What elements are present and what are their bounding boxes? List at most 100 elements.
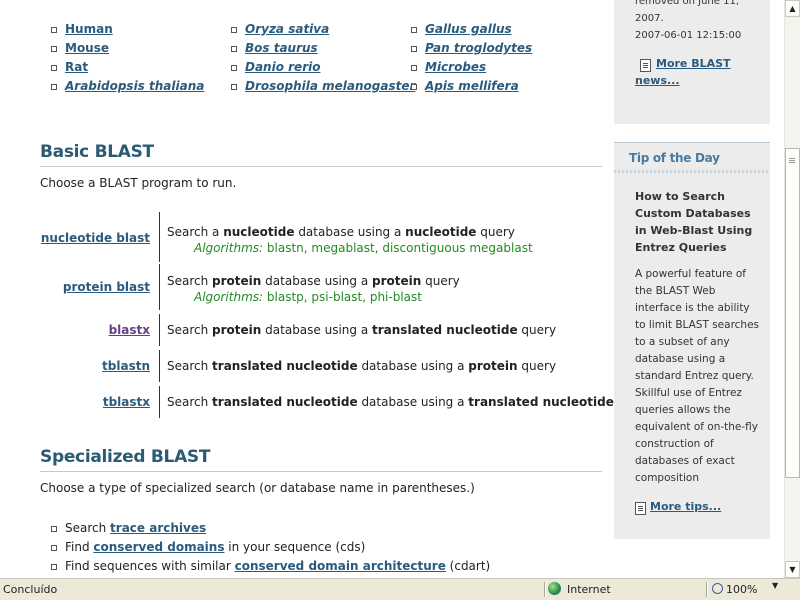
organism-link-arabidopsis[interactable]: Arabidopsis thaliana: [65, 79, 204, 93]
list-item: Human: [51, 22, 204, 41]
organism-link-oryza[interactable]: Oryza sativa: [245, 22, 329, 36]
organism-column-3: Gallus gallus Pan troglodytes Microbes A…: [411, 22, 532, 98]
list-item: Mouse: [51, 41, 204, 60]
desc-text: Search: [167, 395, 213, 409]
blastx-link[interactable]: blastx: [109, 323, 150, 337]
organism-column-1: Human Mouse Rat Arabidopsis thaliana: [51, 22, 204, 98]
trace-archives-link[interactable]: trace archives: [110, 521, 206, 535]
document-icon: [640, 59, 651, 72]
organism-link-danio[interactable]: Danio rerio: [245, 60, 320, 74]
scroll-down-button[interactable]: ▼: [785, 561, 800, 578]
item-text: Search: [65, 521, 111, 535]
desc-text: Search: [167, 359, 213, 373]
program-row-tblastn: tblastn Search translated nucleotide dat…: [40, 350, 614, 382]
program-row-nucleotide: nucleotide blast Search a nucleotide dat…: [40, 212, 614, 262]
list-item: Danio rerio: [231, 60, 415, 79]
bullet-icon: [231, 46, 237, 52]
organism-link-microbes[interactable]: Microbes: [425, 60, 486, 74]
bullet-icon: [51, 65, 57, 71]
desc-bold: protein: [372, 274, 422, 288]
document-icon: [635, 502, 646, 515]
more-tips-link[interactable]: More tips...: [650, 500, 721, 513]
protein-blast-link[interactable]: protein blast: [63, 280, 150, 294]
desc-text: database using a: [294, 225, 406, 239]
organism-link-drosophila[interactable]: Drosophila melanogaster: [245, 79, 415, 93]
vertical-scrollbar[interactable]: ▲ ▼: [784, 0, 800, 578]
bullet-icon: [51, 46, 57, 52]
list-item: Find sequences with similar conserved do…: [51, 559, 490, 573]
program-row-blastx: blastx Search protein database using a t…: [40, 314, 614, 346]
desc-bold: translated nucleotide: [212, 359, 358, 373]
security-zone-label: Internet: [567, 583, 611, 596]
bullet-icon: [231, 84, 237, 90]
program-description: Search protein database using a protein …: [167, 274, 460, 288]
organism-link-bos[interactable]: Bos taurus: [245, 41, 318, 55]
tip-header: Tip of the Day: [614, 142, 770, 173]
desc-bold: nucleotide: [223, 225, 295, 239]
desc-text: database using a: [261, 323, 373, 337]
organism-link-apis[interactable]: Apis mellifera: [425, 79, 519, 93]
tblastx-link[interactable]: tblastx: [103, 395, 150, 409]
algorithms-list: blastn, megablast, discontiguous megabla…: [266, 241, 533, 255]
program-row-tblastx: tblastx Search translated nucleotide dat…: [40, 386, 614, 418]
scroll-up-button[interactable]: ▲: [785, 0, 800, 17]
program-description: Search protein database using a translat…: [167, 323, 556, 337]
list-item: Apis mellifera: [411, 79, 532, 98]
organism-link-gallus[interactable]: Gallus gallus: [425, 22, 512, 36]
link-text: More BLAST: [656, 57, 731, 70]
divider: [40, 471, 602, 472]
main-content: Human Mouse Rat Arabidopsis thaliana Ory…: [0, 0, 614, 578]
bullet-icon: [411, 84, 417, 90]
algorithms-line: Algorithms: blastn, megablast, discontig…: [194, 241, 533, 255]
zoom-dropdown-icon[interactable]: ▼: [772, 581, 778, 590]
tblastn-link[interactable]: tblastn: [102, 359, 150, 373]
divider: [159, 212, 160, 262]
list-item: Rat: [51, 60, 204, 79]
bullet-icon: [51, 564, 57, 570]
divider: [159, 386, 160, 418]
status-text: Concluído: [3, 583, 58, 596]
organism-link-mouse[interactable]: Mouse: [65, 41, 109, 55]
list-item: Oryza sativa: [231, 22, 415, 41]
zoom-level[interactable]: 100%: [726, 583, 757, 596]
divider: [706, 582, 707, 597]
desc-text: database using a: [261, 274, 373, 288]
divider: [40, 166, 602, 167]
tip-header-title: Tip of the Day: [629, 151, 720, 165]
basic-blast-heading: Basic BLAST: [40, 142, 154, 162]
desc-bold: translated nucleotide: [468, 395, 614, 409]
divider: [544, 582, 545, 597]
desc-text: query: [517, 359, 557, 373]
more-blast-news-link[interactable]: More BLAST: [656, 57, 731, 70]
list-item: Gallus gallus: [411, 22, 532, 41]
item-text: (cdart): [445, 559, 491, 573]
scrollbar-thumb[interactable]: [785, 148, 800, 478]
bullet-icon: [411, 27, 417, 33]
list-item: Microbes: [411, 60, 532, 79]
conserved-domain-architecture-link[interactable]: conserved domain architecture: [235, 559, 446, 573]
divider: [159, 314, 160, 346]
internet-zone-icon: [548, 582, 561, 595]
link-text: news...: [635, 74, 680, 87]
specialized-blast-description: Choose a type of specialized search (or …: [40, 481, 475, 495]
desc-bold: protein: [212, 323, 262, 337]
divider: [159, 350, 160, 382]
conserved-domains-link[interactable]: conserved domains: [93, 540, 224, 554]
list-item: Drosophila melanogaster: [231, 79, 415, 98]
bullet-icon: [51, 27, 57, 33]
desc-bold: nucleotide: [405, 225, 477, 239]
arrow-down-icon: ▼: [789, 565, 796, 574]
desc-bold: translated nucleotide: [212, 395, 358, 409]
zoom-icon[interactable]: [712, 583, 723, 594]
organism-link-rat[interactable]: Rat: [65, 60, 88, 74]
more-blast-news-link-cont[interactable]: news...: [635, 74, 680, 87]
sidebar: removed on June 11, 2007. 2007-06-01 12:…: [614, 0, 784, 578]
program-row-protein: protein blast Search protein database us…: [40, 264, 614, 310]
organism-link-pan[interactable]: Pan troglodytes: [425, 41, 532, 55]
list-item: Arabidopsis thaliana: [51, 79, 204, 98]
program-description: Search translated nucleotide database us…: [167, 359, 556, 373]
tip-body: A powerful feature of the BLAST Web inte…: [635, 268, 760, 484]
bullet-icon: [51, 84, 57, 90]
organism-link-human[interactable]: Human: [65, 22, 113, 36]
nucleotide-blast-link[interactable]: nucleotide blast: [41, 231, 150, 245]
